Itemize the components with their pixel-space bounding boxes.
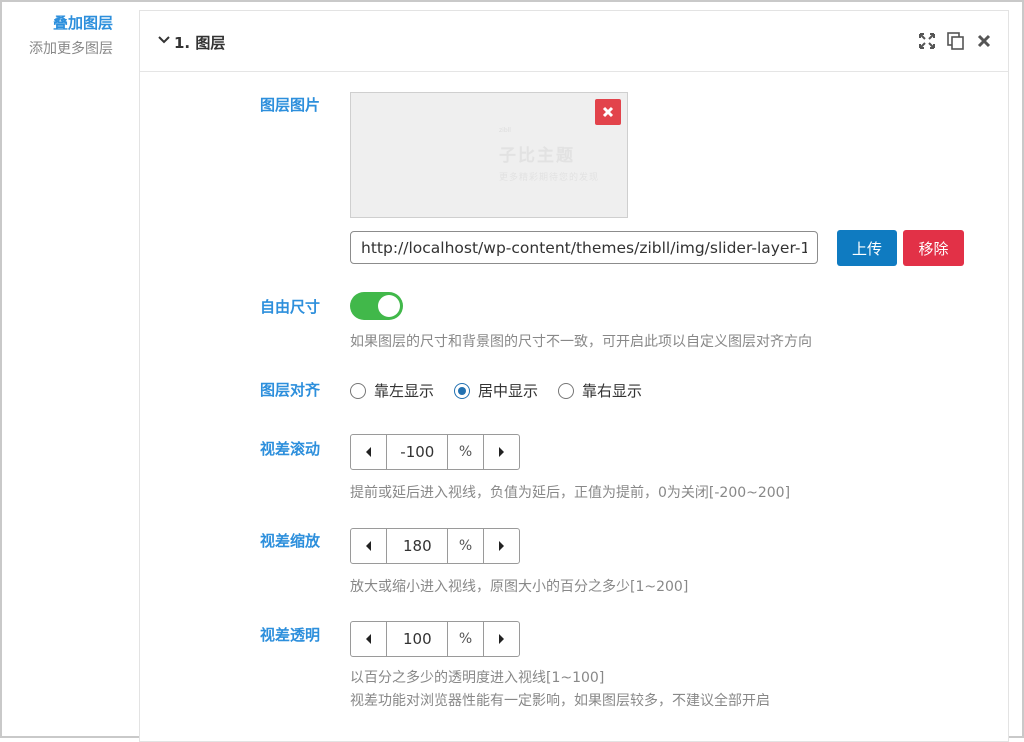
close-icon	[602, 106, 614, 118]
increment-button[interactable]	[484, 622, 519, 656]
align-radio-group: 靠左显示 居中显示 靠右显示	[350, 380, 662, 401]
parallax-opacity-label: 视差透明	[260, 626, 321, 644]
parallax-scale-stepper: %	[350, 528, 520, 564]
increment-button[interactable]	[484, 529, 519, 563]
radio-label: 靠右显示	[582, 382, 643, 400]
parallax-scroll-label: 视差滚动	[260, 440, 321, 458]
caret-left-icon	[365, 447, 371, 457]
section-title: 叠加图层	[52, 14, 113, 32]
parallax-scale-label: 视差缩放	[260, 532, 321, 550]
remove-button[interactable]: 移除	[903, 230, 964, 266]
unit-label: %	[448, 622, 484, 656]
image-preview: zibll 子比主题 更多精彩期待您的发现	[350, 92, 628, 218]
caret-right-icon	[499, 634, 505, 644]
caret-right-icon	[499, 447, 505, 457]
radio-button-selected[interactable]	[454, 382, 471, 399]
parallax-performance-note: 视差功能对浏览器性能有一定影响，如果图层较多，不建议全部开启	[350, 693, 770, 709]
caret-right-icon	[499, 541, 505, 551]
align-option-right[interactable]: 靠右显示	[558, 380, 642, 401]
decrement-button[interactable]	[351, 622, 386, 656]
radio-button[interactable]	[558, 382, 575, 399]
radio-label: 靠左显示	[374, 382, 435, 400]
parallax-scroll-description: 提前或延后进入视线，负值为延后，正值为提前，0为关闭[-200~200]	[350, 485, 791, 501]
align-option-left[interactable]: 靠左显示	[350, 380, 434, 401]
parallax-opacity-description: 以百分之多少的透明度进入视线[1~100]	[350, 670, 605, 686]
close-icon[interactable]	[977, 34, 991, 48]
unit-label: %	[448, 529, 484, 563]
align-label: 图层对齐	[260, 381, 321, 399]
expand-icon[interactable]	[919, 33, 935, 49]
radio-label: 居中显示	[478, 382, 539, 400]
parallax-scroll-input[interactable]	[386, 435, 449, 469]
decrement-button[interactable]	[351, 529, 386, 563]
layer-panel-title: 1. 图层	[174, 34, 226, 52]
copy-icon[interactable]	[947, 32, 965, 50]
parallax-opacity-input[interactable]	[386, 622, 449, 656]
parallax-scroll-stepper: %	[350, 434, 520, 470]
caret-left-icon	[365, 634, 371, 644]
panel-actions	[919, 31, 991, 51]
section-subtitle: 添加更多图层	[29, 41, 113, 57]
parallax-scale-input[interactable]	[386, 529, 449, 563]
free-size-description: 如果图层的尺寸和背景图的尺寸不一致，可开启此项以自定义图层对齐方向	[350, 334, 812, 350]
watermark-tiny: zibll	[499, 127, 511, 134]
toggle-knob	[378, 295, 400, 317]
free-size-label: 自由尺寸	[260, 298, 321, 316]
parallax-opacity-stepper: %	[350, 621, 520, 657]
image-watermark: 子比主题 更多精彩期待您的发现	[499, 141, 599, 183]
decrement-button[interactable]	[351, 435, 386, 469]
free-size-toggle[interactable]	[350, 292, 403, 320]
radio-button[interactable]	[350, 382, 366, 399]
watermark-main: 子比主题	[499, 146, 575, 166]
align-option-center[interactable]: 居中显示	[454, 380, 538, 401]
image-field-label: 图层图片	[260, 96, 321, 114]
layer-panel-header[interactable]: 1. 图层	[140, 11, 1008, 72]
watermark-sub: 更多精彩期待您的发现	[499, 173, 600, 183]
chevron-down-icon[interactable]	[157, 33, 171, 47]
upload-button[interactable]: 上传	[837, 230, 897, 266]
image-delete-button[interactable]	[595, 99, 621, 125]
unit-label: %	[448, 435, 484, 469]
image-url-input[interactable]	[350, 231, 818, 264]
caret-left-icon	[365, 541, 371, 551]
layer-panel: 1. 图层 图层图片 zibll 子比主题 更多精彩期待您的发现 http://…	[139, 10, 1009, 742]
parallax-scale-description: 放大或缩小进入视线，原图大小的百分之多少[1~200]	[350, 579, 689, 595]
increment-button[interactable]	[484, 435, 519, 469]
